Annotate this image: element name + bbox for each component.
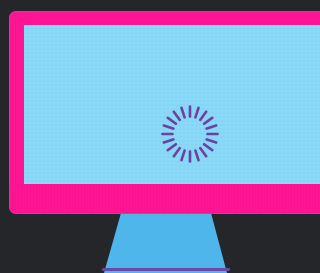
spinner-tick	[198, 146, 208, 158]
monitor-screen	[24, 25, 320, 184]
spinner-tick	[162, 124, 175, 130]
spinner-tick	[162, 138, 175, 144]
spinner-tick	[180, 106, 186, 119]
stand-neck-shape	[104, 213, 227, 273]
spinner-tick	[194, 106, 200, 119]
spinner-tick	[172, 110, 182, 122]
spinner-tick	[180, 149, 186, 162]
spinner-tick	[166, 116, 178, 126]
spinner-tick	[198, 110, 208, 122]
spinner-tick	[194, 149, 200, 162]
spinner-tick	[202, 116, 214, 126]
spinner-tick	[202, 142, 214, 152]
stand-foot-shadow	[102, 268, 230, 271]
monitor-illustration	[0, 0, 320, 273]
spinner-tick	[172, 146, 182, 158]
spinner-tick	[166, 142, 178, 152]
loading-spinner-icon	[161, 105, 219, 163]
spinner-tick	[205, 138, 218, 144]
spinner-tick	[205, 124, 218, 130]
monitor-chin	[9, 185, 320, 214]
